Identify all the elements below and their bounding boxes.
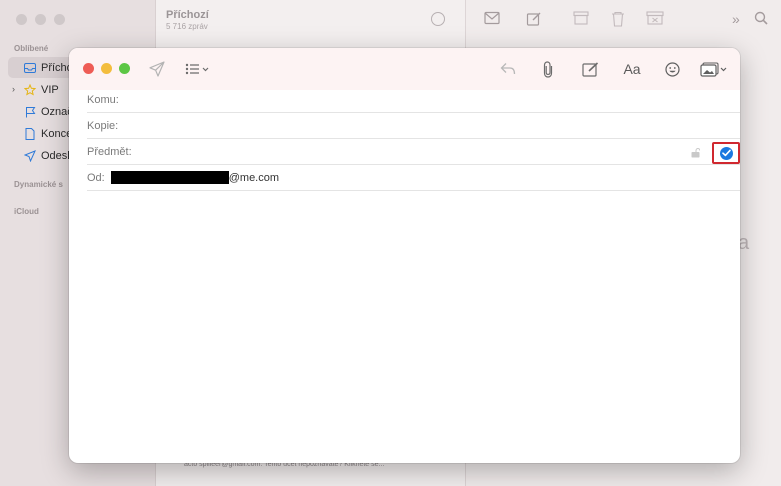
zoom-button[interactable]	[119, 63, 130, 74]
subject-field-row[interactable]: Předmět:	[87, 139, 740, 165]
window-controls	[83, 63, 130, 74]
zoom-button-inactive[interactable]	[54, 14, 65, 25]
paperclip-icon[interactable]	[540, 59, 556, 79]
envelope-icon[interactable]	[484, 11, 500, 27]
from-account-select[interactable]: @me.com	[110, 171, 280, 184]
subject-field-label: Předmět:	[87, 145, 132, 158]
minimize-button[interactable]	[101, 63, 112, 74]
document-icon	[24, 127, 36, 140]
section-favorites: Oblíbené	[14, 44, 49, 53]
message-sender-line	[184, 478, 244, 486]
reply-icon[interactable]	[499, 59, 517, 79]
cc-field-row[interactable]: Kopie:	[87, 113, 740, 139]
from-email-domain: @me.com	[228, 171, 280, 184]
format-text-button[interactable]: Aa	[622, 59, 642, 79]
filter-icon[interactable]	[431, 12, 445, 26]
inbox-icon	[24, 62, 36, 74]
message-body-editor[interactable]	[69, 191, 740, 463]
header-fields-menu-icon[interactable]	[185, 59, 211, 79]
archive-icon[interactable]	[573, 11, 589, 27]
from-field-row[interactable]: Od: @me.com	[87, 165, 740, 191]
checkmark-badge-icon	[719, 146, 733, 160]
sidebar-item-label: VIP	[41, 83, 59, 96]
sidebar-item-label: Konce	[41, 127, 73, 140]
compose-toolbar: Aa	[69, 48, 740, 90]
minimize-button-inactive[interactable]	[35, 14, 46, 25]
close-button[interactable]	[83, 63, 94, 74]
window-controls-inactive	[16, 14, 65, 25]
section-icloud: iCloud	[14, 207, 39, 216]
markup-icon[interactable]	[581, 59, 599, 79]
compose-window: Aa Komu: Kopie: Předmět: Od: @me.com	[69, 48, 740, 463]
to-field-label: Komu:	[87, 93, 119, 106]
photo-browser-icon[interactable]	[699, 59, 729, 79]
signature-verified-button[interactable]	[712, 142, 740, 164]
search-icon[interactable]	[754, 11, 770, 27]
flag-icon	[24, 106, 36, 118]
compose-icon[interactable]	[526, 11, 542, 27]
star-icon	[24, 83, 36, 96]
send-icon[interactable]	[148, 59, 166, 79]
to-field-row[interactable]: Komu:	[87, 87, 740, 113]
close-button-inactive[interactable]	[16, 14, 27, 25]
emoji-icon[interactable]	[664, 59, 680, 79]
section-dynamic-mailboxes: Dynamické s	[14, 180, 63, 189]
cc-field-label: Kopie:	[87, 119, 119, 132]
redacted-email-local-part	[110, 171, 229, 184]
lock-open-icon[interactable]	[691, 147, 701, 161]
message-count: 5 716 zpráv	[166, 22, 208, 31]
paper-plane-icon	[24, 149, 36, 162]
junk-icon[interactable]	[646, 11, 664, 27]
from-field-label: Od:	[87, 171, 105, 184]
mailbox-title: Příchozí	[166, 9, 209, 21]
more-chevrons-icon[interactable]: »	[732, 11, 748, 27]
trash-icon[interactable]	[611, 11, 627, 27]
